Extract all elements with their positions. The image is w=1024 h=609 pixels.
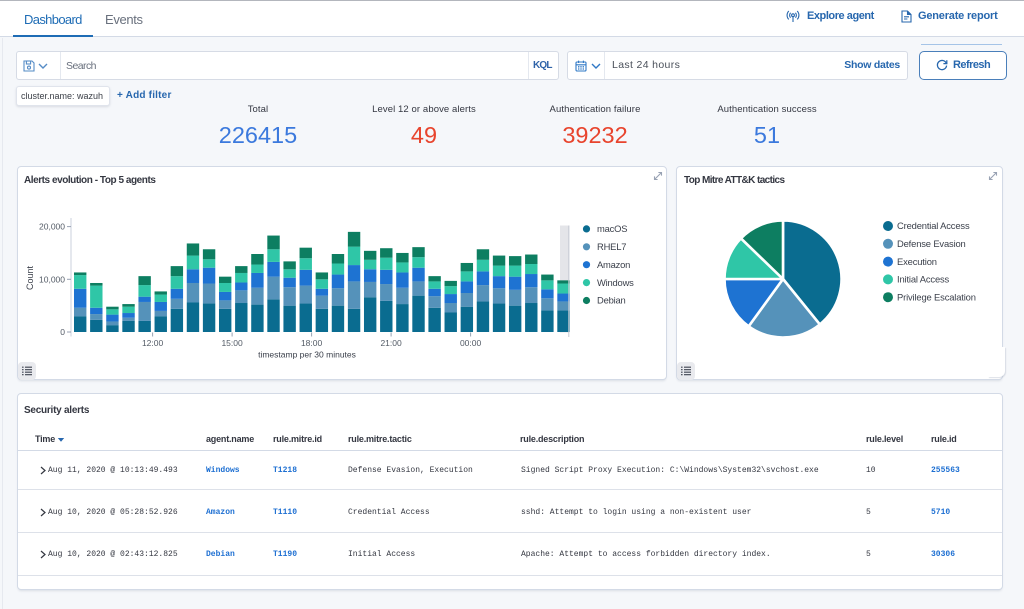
svg-text:timestamp per 30 minutes: timestamp per 30 minutes: [258, 350, 356, 360]
svg-text:15:00: 15:00: [221, 338, 243, 348]
svg-text:18:00: 18:00: [301, 338, 323, 348]
svg-text:20,000: 20,000: [39, 222, 65, 232]
svg-text:Credential Access: Credential Access: [897, 220, 970, 231]
svg-text:Amazon: Amazon: [597, 259, 630, 270]
svg-text:Execution: Execution: [897, 256, 937, 267]
svg-text:Privilege Escalation: Privilege Escalation: [897, 291, 976, 302]
svg-text:RHEL7: RHEL7: [597, 241, 626, 252]
svg-text:macOS: macOS: [597, 223, 627, 234]
svg-text:Defense Evasion: Defense Evasion: [897, 238, 966, 249]
svg-text:10,000: 10,000: [39, 274, 65, 284]
svg-text:Count: Count: [25, 266, 35, 291]
svg-text:Windows: Windows: [597, 277, 634, 288]
svg-text:00:00: 00:00: [460, 338, 482, 348]
svg-text:0: 0: [60, 327, 65, 337]
svg-text:Debian: Debian: [597, 295, 626, 306]
svg-text:12:00: 12:00: [142, 338, 164, 348]
svg-text:Initial Access: Initial Access: [897, 274, 950, 285]
svg-text:21:00: 21:00: [380, 338, 402, 348]
